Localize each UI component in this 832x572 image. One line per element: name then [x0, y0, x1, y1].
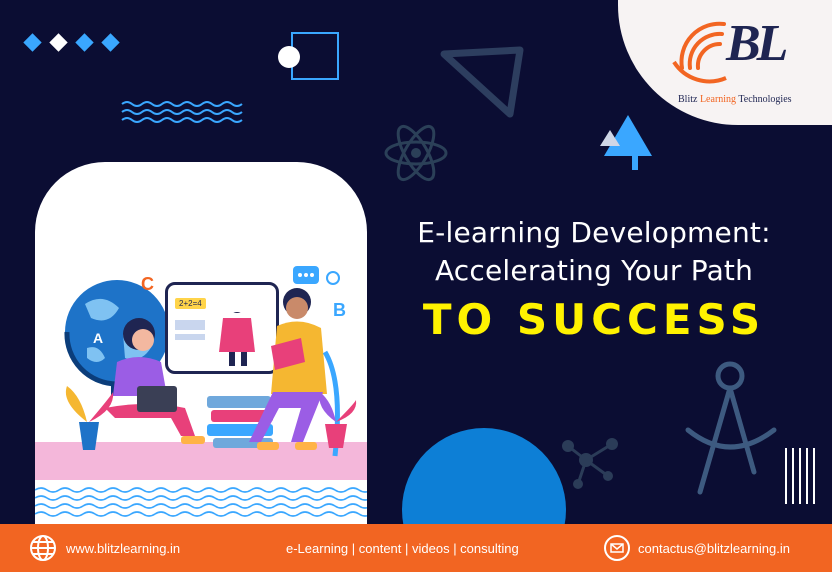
illustration-card: A C B 2+2=4: [35, 162, 367, 524]
board-equation: 2+2=4: [175, 298, 206, 309]
logo-letters: BL: [726, 15, 788, 72]
website-text: www.blitzlearning.in: [66, 540, 181, 556]
chat-bubble-icon: [293, 266, 340, 285]
headline: E-learning Development: Accelerating You…: [372, 214, 816, 344]
footer-bar: www.blitzlearning.in e-Learning | conten…: [0, 524, 832, 572]
services-text: e-Learning | content | videos | consulti…: [286, 540, 519, 556]
triangle-ruler-icon: [440, 46, 524, 118]
logo-badge: BL: [618, 0, 832, 125]
headline-highlight: TO SUCCESS: [422, 295, 766, 344]
email-text: contactus@blitzlearning.in: [638, 540, 790, 556]
headline-line-1: E-learning Development:: [417, 216, 771, 249]
wave-lines-decoration: [121, 101, 243, 123]
tree-triangle-decoration: [600, 115, 652, 170]
molecule-icon: [562, 438, 618, 489]
circle-square-decoration: [278, 32, 339, 80]
website-link[interactable]: www.blitzlearning.in: [28, 533, 180, 563]
promo-banner: BL Blitz Learning Technologies E-learnin…: [0, 0, 832, 572]
email-link[interactable]: contactus@blitzlearning.in: [604, 535, 790, 561]
atom-icon: [384, 124, 448, 182]
headline-line-2: Accelerating Your Path: [434, 254, 754, 287]
compass-icon: [685, 361, 777, 495]
potted-plant-icon: [319, 392, 357, 448]
mail-icon: [604, 535, 630, 561]
plant-vase-icon: [65, 386, 114, 450]
stripes-decoration: [785, 448, 815, 504]
globe-icon: [30, 535, 56, 561]
company-name: Blitz Learning Technologies: [678, 94, 792, 105]
letter-c-icon: C: [141, 274, 154, 294]
diamond-dots-decoration: [23, 33, 120, 52]
